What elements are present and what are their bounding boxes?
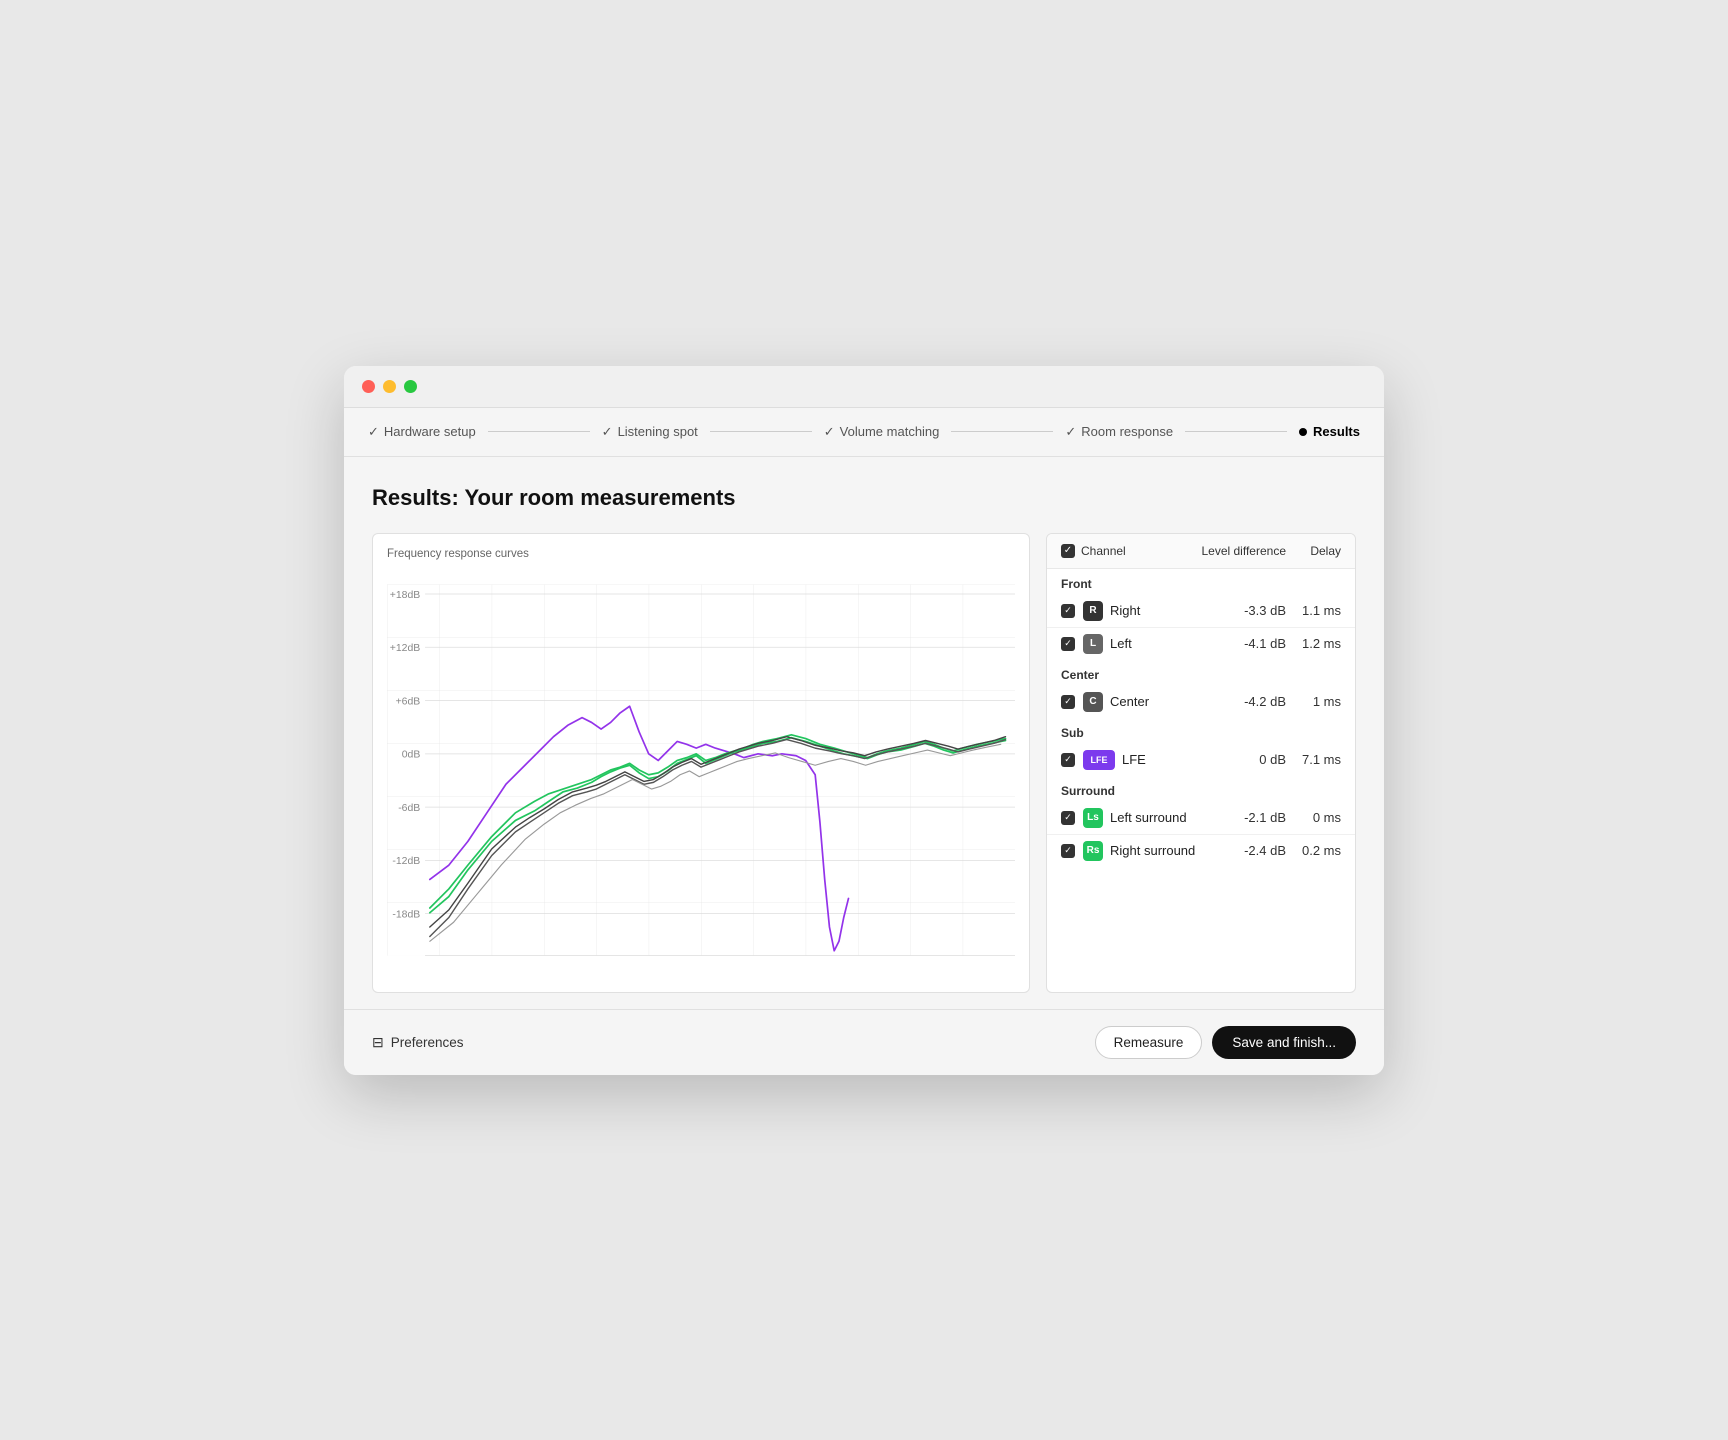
step-check-icon: ✓ xyxy=(368,424,379,440)
step-active-dot xyxy=(1299,428,1307,436)
chart-panel: Frequency response curves xyxy=(372,533,1030,993)
step-check-icon-3: ✓ xyxy=(824,424,835,440)
step-hardware-label: Hardware setup xyxy=(384,424,476,439)
center-level: -4.2 dB xyxy=(1196,694,1286,709)
step-check-icon-2: ✓ xyxy=(602,424,613,440)
center-checkbox[interactable] xyxy=(1061,695,1075,709)
preferences-button[interactable]: ⊟ Preferences xyxy=(372,1034,464,1051)
right-checkbox[interactable] xyxy=(1061,604,1075,618)
section-sub: Sub LFE LFE 0 dB 7.1 ms xyxy=(1047,718,1355,776)
left-checkbox[interactable] xyxy=(1061,637,1075,651)
step-results[interactable]: Results xyxy=(1299,424,1360,439)
save-button[interactable]: Save and finish... xyxy=(1212,1026,1356,1059)
ls-delay: 0 ms xyxy=(1286,810,1341,825)
bottom-right-buttons: Remeasure Save and finish... xyxy=(1095,1026,1356,1059)
rs-badge: Rs xyxy=(1083,841,1103,861)
section-center: Center C Center -4.2 dB 1 ms xyxy=(1047,660,1355,718)
step-divider-1 xyxy=(488,431,590,432)
svg-text:-6dB: -6dB xyxy=(398,802,420,813)
lfe-level: 0 dB xyxy=(1196,752,1286,767)
lfe-name: LFE xyxy=(1122,752,1196,767)
remeasure-button[interactable]: Remeasure xyxy=(1095,1026,1203,1059)
step-volume-label: Volume matching xyxy=(840,424,940,439)
step-results-label: Results xyxy=(1313,424,1360,439)
step-listening[interactable]: ✓ Listening spot xyxy=(602,424,698,440)
svg-text:0dB: 0dB xyxy=(402,749,421,760)
left-name: Left xyxy=(1110,636,1196,651)
content-area: Frequency response curves xyxy=(372,533,1356,993)
table-header: Channel Level difference Delay xyxy=(1047,534,1355,569)
app-window: ✓ Hardware setup ✓ Listening spot ✓ Volu… xyxy=(344,366,1384,1075)
rs-level: -2.4 dB xyxy=(1196,843,1286,858)
channel-row-right: R Right -3.3 dB 1.1 ms xyxy=(1047,595,1355,628)
section-surround: Surround Ls Left surround -2.1 dB 0 ms R… xyxy=(1047,776,1355,867)
section-front: Front R Right -3.3 dB 1.1 ms L Left xyxy=(1047,569,1355,660)
svg-text:-12dB: -12dB xyxy=(392,856,420,867)
channel-row-left: L Left -4.1 dB 1.2 ms xyxy=(1047,628,1355,660)
right-level: -3.3 dB xyxy=(1196,603,1286,618)
rs-checkbox[interactable] xyxy=(1061,844,1075,858)
col-level-header: Level difference xyxy=(1196,544,1286,558)
svg-text:+6dB: +6dB xyxy=(396,696,421,707)
step-divider-4 xyxy=(1185,431,1287,432)
ls-name: Left surround xyxy=(1110,810,1196,825)
minimize-button[interactable] xyxy=(383,380,396,393)
lfe-badge: LFE xyxy=(1083,750,1115,770)
main-content: Results: Your room measurements Frequenc… xyxy=(344,457,1384,993)
svg-text:+18dB: +18dB xyxy=(390,589,421,600)
bottom-bar: ⊟ Preferences Remeasure Save and finish.… xyxy=(344,1009,1384,1075)
lfe-checkbox[interactable] xyxy=(1061,753,1075,767)
close-button[interactable] xyxy=(362,380,375,393)
right-panel: Channel Level difference Delay Front R R… xyxy=(1046,533,1356,993)
section-front-heading: Front xyxy=(1047,569,1355,595)
channel-row-rs: Rs Right surround -2.4 dB 0.2 ms xyxy=(1047,835,1355,867)
ls-level: -2.1 dB xyxy=(1196,810,1286,825)
ls-checkbox[interactable] xyxy=(1061,811,1075,825)
right-delay: 1.1 ms xyxy=(1286,603,1341,618)
rs-name: Right surround xyxy=(1110,843,1196,858)
lfe-delay: 7.1 ms xyxy=(1286,752,1341,767)
step-check-icon-4: ✓ xyxy=(1065,424,1076,440)
preferences-icon: ⊟ xyxy=(372,1034,384,1051)
all-channels-checkbox[interactable] xyxy=(1061,544,1075,558)
ls-badge: Ls xyxy=(1083,808,1103,828)
channel-row-center: C Center -4.2 dB 1 ms xyxy=(1047,686,1355,718)
chart-area: +18dB +12dB +6dB 0dB -6dB -12dB -18dB xyxy=(387,570,1015,970)
step-divider-3 xyxy=(951,431,1053,432)
step-volume[interactable]: ✓ Volume matching xyxy=(824,424,940,440)
left-badge: L xyxy=(1083,634,1103,654)
col-delay-header: Delay xyxy=(1286,544,1341,558)
rs-delay: 0.2 ms xyxy=(1286,843,1341,858)
step-hardware[interactable]: ✓ Hardware setup xyxy=(368,424,476,440)
step-listening-label: Listening spot xyxy=(618,424,698,439)
section-sub-heading: Sub xyxy=(1047,718,1355,744)
frequency-chart: +18dB +12dB +6dB 0dB -6dB -12dB -18dB xyxy=(387,570,1015,970)
center-delay: 1 ms xyxy=(1286,694,1341,709)
center-name: Center xyxy=(1110,694,1196,709)
preferences-label: Preferences xyxy=(391,1035,464,1050)
section-surround-heading: Surround xyxy=(1047,776,1355,802)
chart-label: Frequency response curves xyxy=(387,548,1015,560)
fullscreen-button[interactable] xyxy=(404,380,417,393)
channel-row-ls: Ls Left surround -2.1 dB 0 ms xyxy=(1047,802,1355,835)
svg-text:+12dB: +12dB xyxy=(390,643,421,654)
traffic-lights xyxy=(362,380,417,393)
left-level: -4.1 dB xyxy=(1196,636,1286,651)
left-delay: 1.2 ms xyxy=(1286,636,1341,651)
titlebar xyxy=(344,366,1384,408)
center-badge: C xyxy=(1083,692,1103,712)
wizard-steps: ✓ Hardware setup ✓ Listening spot ✓ Volu… xyxy=(344,408,1384,457)
step-room[interactable]: ✓ Room response xyxy=(1065,424,1173,440)
svg-text:-18dB: -18dB xyxy=(392,909,420,920)
page-title: Results: Your room measurements xyxy=(372,485,1356,511)
channel-col-label: Channel xyxy=(1081,544,1126,558)
step-room-label: Room response xyxy=(1081,424,1173,439)
step-divider-2 xyxy=(710,431,812,432)
right-badge: R xyxy=(1083,601,1103,621)
right-name: Right xyxy=(1110,603,1196,618)
col-channel-header: Channel xyxy=(1061,544,1196,558)
channel-row-lfe: LFE LFE 0 dB 7.1 ms xyxy=(1047,744,1355,776)
section-center-heading: Center xyxy=(1047,660,1355,686)
